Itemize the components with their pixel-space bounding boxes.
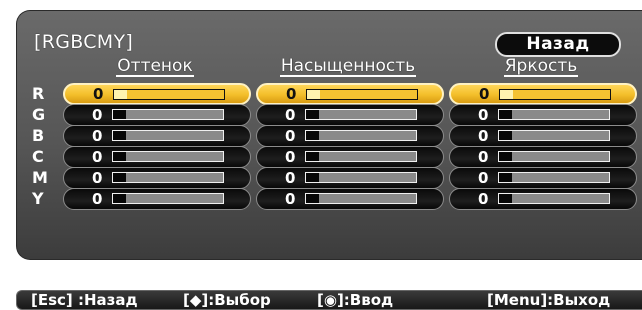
adjust-y-hue[interactable]: 0 xyxy=(63,188,251,210)
level-fill xyxy=(114,90,128,99)
level-slider[interactable] xyxy=(499,89,611,100)
level-slider[interactable] xyxy=(498,130,610,141)
row-label-y: Y xyxy=(32,189,44,208)
adjust-c-hue[interactable]: 0 xyxy=(63,146,251,168)
row-label-b: B xyxy=(32,126,45,145)
adjust-m-brightness[interactable]: 0 xyxy=(449,167,637,189)
adjust-y-saturation[interactable]: 0 xyxy=(256,188,444,210)
level-slider[interactable] xyxy=(112,193,224,204)
level-fill xyxy=(499,131,513,140)
adjust-b-saturation[interactable]: 0 xyxy=(256,125,444,147)
level-fill xyxy=(113,110,127,119)
back-button[interactable]: Назад xyxy=(495,32,621,57)
level-fill xyxy=(499,173,513,182)
adjust-g-brightness[interactable]: 0 xyxy=(449,104,637,126)
level-fill xyxy=(306,131,320,140)
adjust-r-hue[interactable]: 0 xyxy=(63,83,251,105)
adjust-c-saturation[interactable]: 0 xyxy=(256,146,444,168)
level-fill xyxy=(306,173,320,182)
adjust-b-brightness[interactable]: 0 xyxy=(449,125,637,147)
adjust-m-hue[interactable]: 0 xyxy=(63,167,251,189)
level-slider[interactable] xyxy=(306,89,418,100)
adjust-b-hue[interactable]: 0 xyxy=(63,125,251,147)
adjust-g-saturation[interactable]: 0 xyxy=(256,104,444,126)
adjust-r-saturation[interactable]: 0 xyxy=(256,83,444,105)
row-label-c: C xyxy=(32,147,44,166)
level-fill xyxy=(113,173,127,182)
adjust-r-brightness[interactable]: 0 xyxy=(449,83,637,105)
level-slider[interactable] xyxy=(305,151,417,162)
level-slider[interactable] xyxy=(498,193,610,204)
level-fill xyxy=(113,152,127,161)
level-slider[interactable] xyxy=(498,151,610,162)
level-fill xyxy=(306,110,320,119)
level-fill xyxy=(500,90,514,99)
level-slider[interactable] xyxy=(305,109,417,120)
adjust-y-brightness[interactable]: 0 xyxy=(449,188,637,210)
adjust-c-brightness[interactable]: 0 xyxy=(449,146,637,168)
level-fill xyxy=(113,194,127,203)
column-header-brightness: Яркость xyxy=(447,56,635,77)
footer-help-bar: [Esc] :Назад [◆]:Выбор [◉]:Ввод [Menu]:В… xyxy=(16,290,642,310)
level-fill xyxy=(113,131,127,140)
level-slider[interactable] xyxy=(112,172,224,183)
level-fill xyxy=(306,194,320,203)
level-fill xyxy=(306,152,320,161)
row-label-r: R xyxy=(32,84,45,103)
level-slider[interactable] xyxy=(305,172,417,183)
row-label-g: G xyxy=(32,105,46,124)
level-slider[interactable] xyxy=(112,109,224,120)
level-slider[interactable] xyxy=(113,89,225,100)
column-header-hue: Оттенок xyxy=(61,56,249,77)
column-header-saturation-label: Насыщенность xyxy=(279,56,417,77)
level-slider[interactable] xyxy=(112,151,224,162)
level-slider[interactable] xyxy=(498,172,610,183)
row-label-m: M xyxy=(32,168,48,187)
adjust-g-hue[interactable]: 0 xyxy=(63,104,251,126)
footer-menu-hint: [Menu]:Выход xyxy=(487,291,611,309)
rgbcmy-panel: [RGBCMY] Назад Оттенок Насыщенность Ярко… xyxy=(16,10,642,260)
level-slider[interactable] xyxy=(305,193,417,204)
level-slider[interactable] xyxy=(498,109,610,120)
level-fill xyxy=(307,90,321,99)
level-slider[interactable] xyxy=(112,130,224,141)
column-header-saturation: Насыщенность xyxy=(254,56,442,77)
footer-esc-hint: [Esc] :Назад xyxy=(31,291,138,309)
level-fill xyxy=(499,194,513,203)
adjust-m-saturation[interactable]: 0 xyxy=(256,167,444,189)
footer-enter-hint: [◉]:Ввод xyxy=(317,291,394,309)
footer-select-hint: [◆]:Выбор xyxy=(183,291,271,309)
level-slider[interactable] xyxy=(305,130,417,141)
level-fill xyxy=(499,152,513,161)
column-header-hue-label: Оттенок xyxy=(116,56,194,77)
panel-title: [RGBCMY] xyxy=(34,31,134,53)
level-fill xyxy=(499,110,513,119)
column-header-brightness-label: Яркость xyxy=(503,56,579,77)
